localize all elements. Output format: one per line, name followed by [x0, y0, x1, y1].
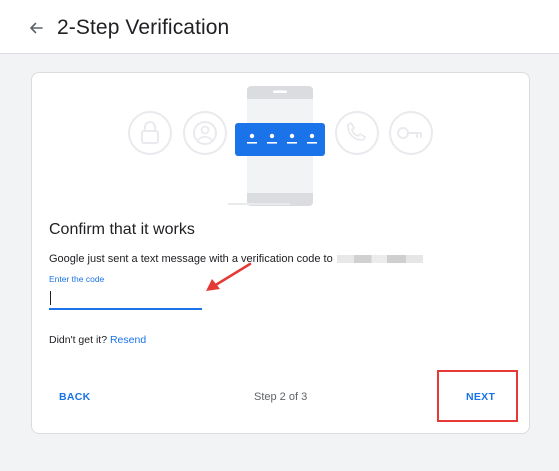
code-bubble: [235, 123, 325, 156]
text-cursor: [50, 291, 51, 305]
arrow-left-icon[interactable]: [28, 20, 44, 36]
phone-call-icon: [335, 111, 379, 155]
page-title: 2-Step Verification: [57, 16, 230, 39]
annotation-arrow-icon: [206, 262, 252, 291]
didnt-get-it-text: Didn't get it?: [49, 334, 108, 346]
lock-icon: [128, 111, 172, 155]
didnt-get-it-line: Didn't get it? Resend: [49, 334, 146, 346]
resend-link[interactable]: Resend: [110, 334, 146, 346]
sms-message-text: Google just sent a text message with a v…: [49, 253, 333, 265]
code-field-label: Enter the code: [49, 274, 105, 284]
phone-illustration: [128, 86, 433, 206]
redacted-phone-number: [336, 255, 423, 264]
back-button[interactable]: BACK: [59, 391, 91, 403]
next-button[interactable]: NEXT: [466, 391, 495, 403]
account-icon: [183, 111, 227, 155]
step-indicator: Step 2 of 3: [254, 391, 308, 403]
header-bar: 2-Step Verification: [0, 0, 559, 54]
verification-code-input[interactable]: [49, 286, 202, 310]
key-icon: [389, 111, 433, 155]
confirm-heading: Confirm that it works: [49, 221, 195, 238]
verification-card: Confirm that it works Google just sent a…: [31, 72, 530, 434]
